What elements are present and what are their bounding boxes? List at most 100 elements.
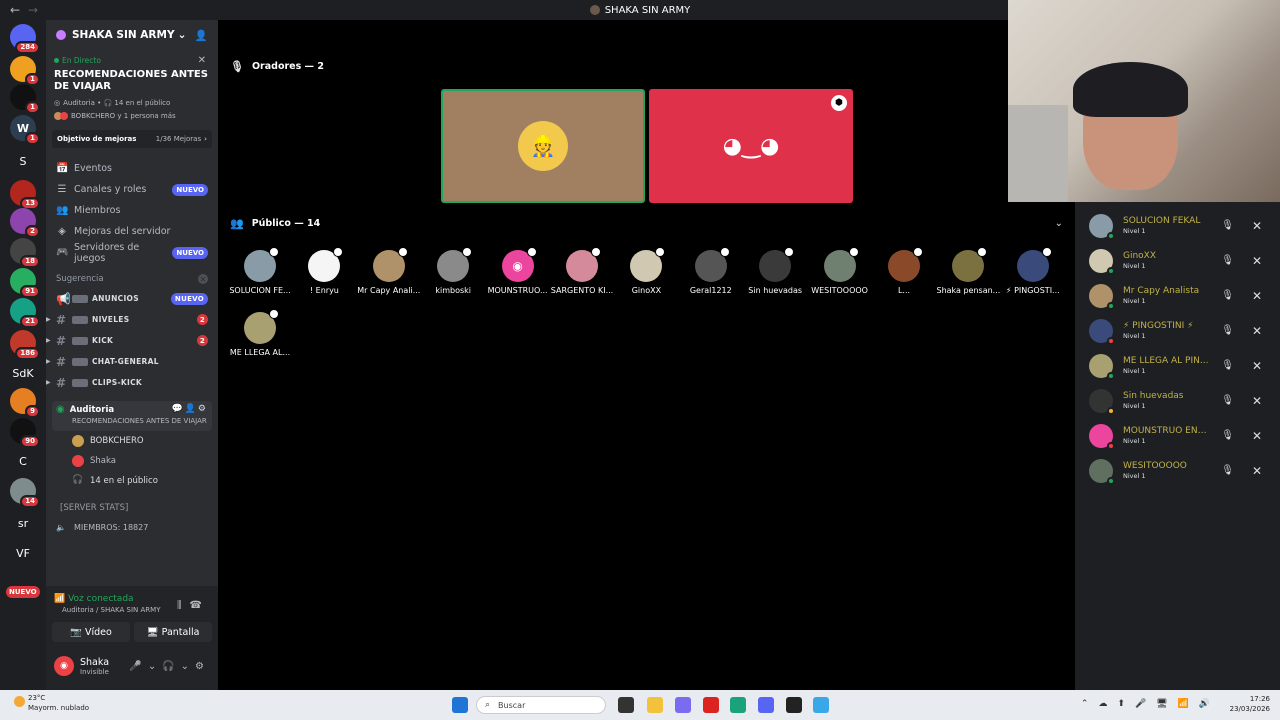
server-icon[interactable]: SdK	[10, 360, 36, 386]
invite-to-speak-icon[interactable]: 🎙	[1221, 360, 1234, 371]
audience-member[interactable]: ◉ MOUNSTRUO...	[488, 247, 548, 295]
screen-share-button[interactable]: 🖥 Pantalla	[134, 622, 212, 642]
member-row[interactable]: MOUNSTRUO EN ... Nivel 1 🎙 ✕	[1075, 418, 1280, 453]
invite-to-speak-icon[interactable]: 🎙	[1221, 465, 1234, 476]
expand-arrow-icon[interactable]: ▶	[46, 358, 51, 365]
invite-to-speak-icon[interactable]: 🎙	[1221, 395, 1234, 406]
system-tray[interactable]: ⌃☁⬆🎤🖥📶🔊	[1081, 699, 1220, 709]
close-icon[interactable]: ✕	[1252, 394, 1262, 408]
weather-widget[interactable]: 23°C Mayorm. nublado	[14, 693, 89, 713]
discord-icon[interactable]	[758, 697, 774, 713]
server-icon[interactable]: 1	[10, 56, 40, 86]
close-icon[interactable]: ✕	[1252, 289, 1262, 303]
server-icon[interactable]: VF	[10, 540, 36, 566]
channel-item[interactable]: 📢 ANUNCIOS NUEVO	[46, 288, 218, 309]
channel-item[interactable]: ▶ # CHAT-GENERAL	[46, 351, 218, 372]
category-header[interactable]: Sugerencia ✕	[46, 270, 218, 288]
menu-item[interactable]: 📅 Eventos	[46, 158, 218, 179]
forward-arrow-icon[interactable]: →	[28, 3, 38, 17]
audience-member[interactable]: Geral1212	[681, 247, 741, 295]
channel-item[interactable]: ▶ # KICK 2	[46, 330, 218, 351]
menu-item[interactable]: 👥 Miembros	[46, 200, 218, 221]
invite-to-speak-icon[interactable]: 🎙	[1221, 290, 1234, 301]
invite-to-speak-icon[interactable]: 🎙	[1221, 430, 1234, 441]
close-icon[interactable]: ✕	[1252, 464, 1262, 478]
server-icon[interactable]: 9	[10, 388, 40, 418]
audience-member[interactable]: ME LLEGA AL...	[230, 309, 290, 357]
server-icon[interactable]: 2	[10, 208, 40, 238]
audience-member[interactable]: GinoXX	[616, 247, 676, 295]
app-icon[interactable]	[675, 697, 691, 713]
member-row[interactable]: WESITOOOOO Nivel 1 🎙 ✕	[1075, 453, 1280, 488]
close-icon[interactable]: ✕	[1252, 324, 1262, 338]
menu-item[interactable]: 🎮 Servidores de juegos NUEVO	[46, 242, 218, 264]
audience-member[interactable]: Shaka pensan...	[936, 247, 1000, 295]
close-icon[interactable]: ✕	[1252, 359, 1262, 373]
server-icon[interactable]: 18	[10, 238, 40, 268]
close-icon[interactable]: ✕	[198, 274, 208, 284]
member-row[interactable]: Mr Capy Analista Nivel 1 🎙 ✕	[1075, 278, 1280, 313]
audience-member[interactable]: ⚡ PINGOSTI...	[1003, 247, 1063, 295]
member-row[interactable]: Sin huevadas Nivel 1 🎙 ✕	[1075, 383, 1280, 418]
close-icon[interactable]: ✕	[1252, 429, 1262, 443]
video-button[interactable]: 📷 Vídeo	[52, 622, 130, 642]
file-explorer-icon[interactable]	[647, 697, 663, 713]
server-icon[interactable]: 186	[10, 330, 40, 360]
notepad-icon[interactable]	[813, 697, 829, 713]
audience-member[interactable]: L...	[874, 247, 934, 295]
expand-arrow-icon[interactable]: ▶	[46, 316, 51, 323]
server-icon[interactable]: C	[10, 448, 36, 474]
close-icon[interactable]: ✕	[198, 55, 206, 66]
menu-item[interactable]: ◈ Mejoras del servidor	[46, 221, 218, 242]
audience-member[interactable]: SOLUCION FE...	[229, 247, 291, 295]
clock[interactable]: 17:26 23/03/2026	[1230, 694, 1270, 714]
menu-item[interactable]: ☰ Canales y roles NUEVO	[46, 179, 218, 200]
invite-icon[interactable]: 👤	[195, 29, 208, 42]
member-row[interactable]: GinoXX Nivel 1 🎙 ✕	[1075, 243, 1280, 278]
stage-channel[interactable]: ◉ Auditoria RECOMENDACIONES ANTES DE VIAJ…	[52, 401, 212, 431]
speaker-tile[interactable]: 👷	[441, 89, 645, 203]
member-row[interactable]: SOLUCION FEKAL Nivel 1 🎙 ✕	[1075, 208, 1280, 243]
user-controls[interactable]: 🎤⌄🎧⌄⚙	[129, 661, 210, 672]
server-icon[interactable]: 21	[10, 298, 40, 328]
close-icon[interactable]: ✕	[1252, 254, 1262, 268]
chevron-down-icon[interactable]: ⌄	[1055, 218, 1063, 229]
back-arrow-icon[interactable]: ←	[10, 3, 20, 17]
voice-actions[interactable]: ⫼☎	[177, 600, 210, 611]
server-icon[interactable]: 14	[10, 478, 40, 508]
server-icon[interactable]: sr	[10, 510, 36, 536]
member-row[interactable]: ⚡ PINGOSTINI ⚡ Nivel 1 🎙 ✕	[1075, 313, 1280, 348]
audience-member[interactable]: Sin huevadas	[745, 247, 805, 295]
stage-actions[interactable]: 💬👤⚙	[172, 404, 208, 414]
speaker-tile[interactable]: ◕‿◕ ⬢	[649, 89, 853, 203]
audience-member[interactable]: kimboski	[423, 247, 483, 295]
invite-to-speak-icon[interactable]: 🎙	[1221, 255, 1234, 266]
guild-header[interactable]: SHAKA SIN ARMY ⌄ 👤	[46, 20, 218, 50]
server-icon[interactable]: 13	[10, 180, 40, 210]
app-icon[interactable]	[786, 697, 802, 713]
server-icon[interactable]: W1	[10, 115, 40, 145]
edge-icon[interactable]	[730, 697, 746, 713]
server-icon[interactable]: 90	[10, 418, 40, 448]
close-icon[interactable]: ✕	[1252, 219, 1262, 233]
stage-audience-count[interactable]: 🎧 14 en el público	[46, 471, 218, 491]
server-icon[interactable]: 1	[10, 84, 40, 114]
server-icon[interactable]: S	[10, 148, 36, 174]
live-event-card[interactable]: En Directo ✕ RECOMENDACIONES ANTES DE VI…	[54, 55, 210, 120]
audience-member[interactable]: Mr Capy Anali...	[357, 247, 420, 295]
invite-to-speak-icon[interactable]: 🎙	[1221, 220, 1234, 231]
task-view-icon[interactable]	[618, 697, 634, 713]
stage-user[interactable]: BOBKCHERO	[46, 431, 218, 451]
channel-item[interactable]: ▶ # CLIPS-KICK	[46, 372, 218, 393]
start-icon[interactable]	[452, 697, 468, 713]
search-box[interactable]: ⌕ Buscar	[476, 696, 606, 714]
member-row[interactable]: ME LLEGA AL PIN... Nivel 1 🎙 ✕	[1075, 348, 1280, 383]
user-panel[interactable]: ◉ Shaka Invisible	[54, 656, 109, 676]
server-icon[interactable]: 91	[10, 268, 40, 298]
audience-member[interactable]: WESITOOOOO	[810, 247, 870, 295]
audience-member[interactable]: SARGENTO KI...	[551, 247, 613, 295]
audience-member[interactable]: ! Enryu	[294, 247, 354, 295]
channel-item[interactable]: ▶ # NIVELES 2	[46, 309, 218, 330]
server-icon[interactable]: 284	[10, 24, 40, 54]
expand-arrow-icon[interactable]: ▶	[46, 337, 51, 344]
